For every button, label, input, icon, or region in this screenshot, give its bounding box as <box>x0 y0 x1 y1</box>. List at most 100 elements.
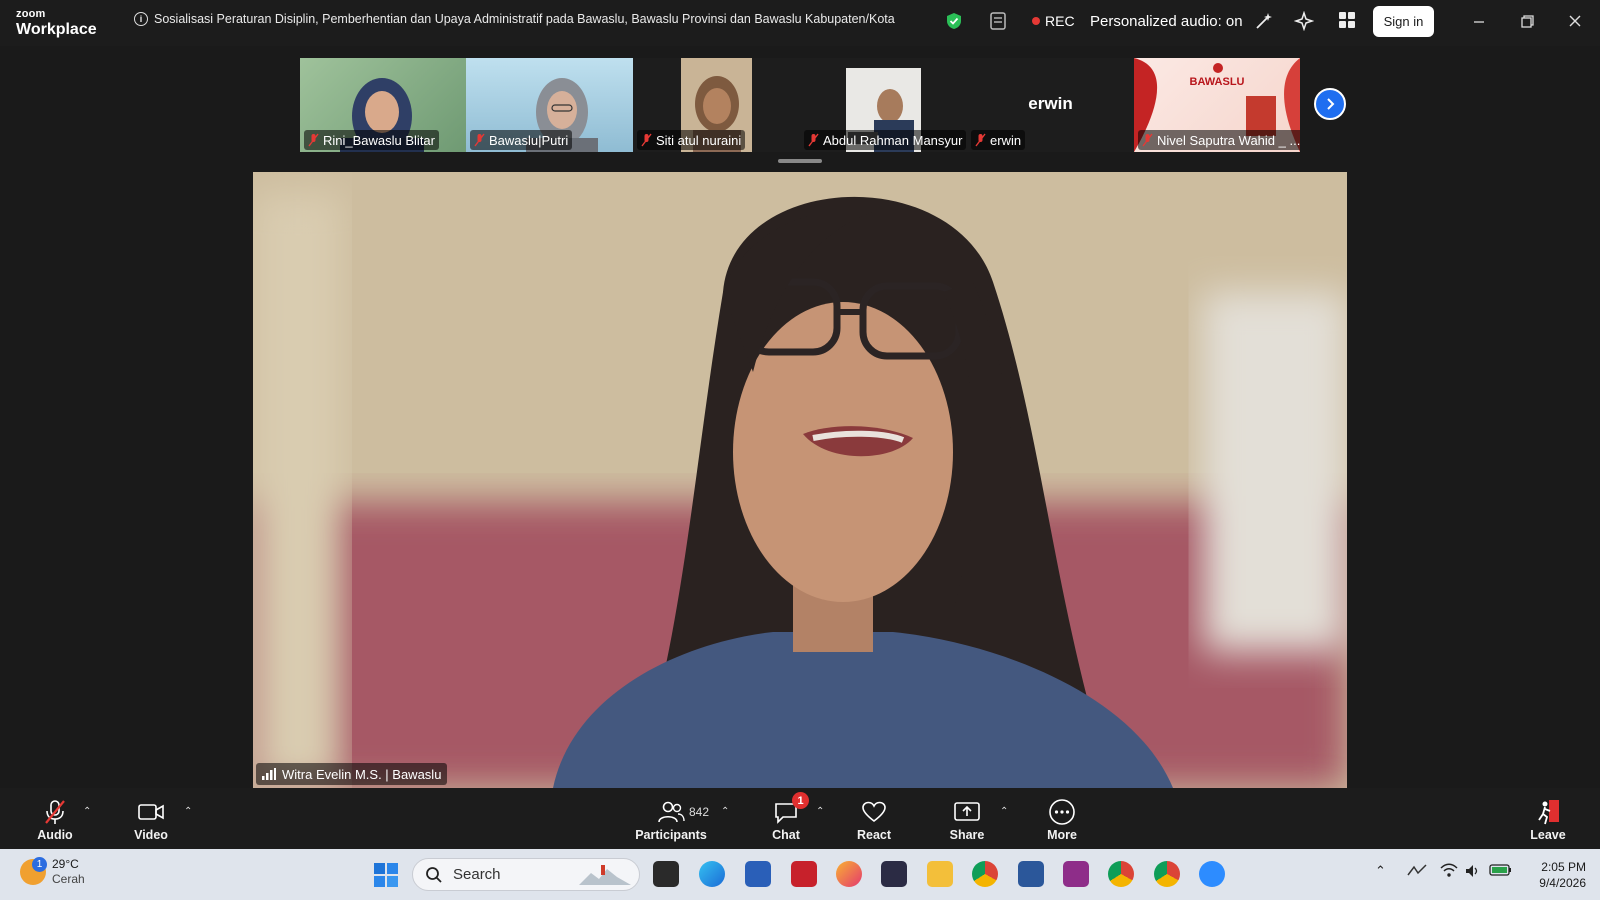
zoom-logo: zoom Workplace <box>16 9 97 38</box>
weather-sun-icon: 1 <box>20 857 47 885</box>
share-button[interactable]: Share <box>927 798 1007 842</box>
pdf-app-icon[interactable] <box>1063 861 1089 887</box>
restore-icon[interactable] <box>1516 10 1538 32</box>
share-label: Share <box>949 828 985 842</box>
participant-label: Abdul Rahman Mansyur <box>804 130 967 150</box>
os-taskbar: 1 29°C Cerah Search ⌃ 2:05 PM 9/4/2026 <box>0 849 1600 900</box>
leave-label: Leave <box>1530 828 1566 842</box>
participant-tile[interactable]: Siti atul nuraini <box>633 58 800 152</box>
participant-name: Rini_Bawaslu Blitar <box>323 132 435 148</box>
chat-button[interactable]: 1 Chat <box>746 792 826 842</box>
signal-strength-icon <box>262 768 276 780</box>
active-speaker-video[interactable]: Witra Evelin M.S. | Bawaslu <box>253 172 1347 788</box>
video-options-chevron-icon[interactable]: ⌃ <box>184 806 192 817</box>
sign-in-button[interactable]: Sign in <box>1373 6 1434 37</box>
react-label: React <box>856 828 892 842</box>
magic-wand-icon[interactable] <box>1254 11 1274 31</box>
apps-icon[interactable] <box>1338 11 1356 29</box>
participant-label: Bawaslu|Putri <box>470 130 573 150</box>
clock-time: 2:05 PM <box>1541 860 1586 874</box>
chrome-icon[interactable] <box>972 861 998 887</box>
weather-condition: Cerah <box>52 872 85 886</box>
store-icon[interactable] <box>745 861 771 887</box>
next-page-button[interactable] <box>1314 88 1346 120</box>
system-clock[interactable]: 2:05 PM 9/4/2026 <box>1526 859 1586 891</box>
muted-mic-icon <box>641 133 652 147</box>
clock-date: 9/4/2026 <box>1539 876 1586 890</box>
participant-count: 842 <box>689 805 710 819</box>
video-button[interactable]: Video <box>111 798 191 842</box>
language-bar-icon[interactable] <box>1406 863 1428 881</box>
weather-alert-badge: 1 <box>32 857 47 872</box>
react-button[interactable]: React <box>834 798 914 842</box>
participant-name: Nivel Saputra Wahid _ ... <box>1157 132 1300 148</box>
more-icon <box>1049 799 1075 825</box>
video-label: Video <box>134 828 168 842</box>
weather-widget[interactable]: 1 29°C Cerah <box>20 857 85 887</box>
participants-label: Participants <box>635 828 707 842</box>
search-highlight-image <box>579 865 631 885</box>
chat-label: Chat <box>772 828 800 842</box>
more-label: More <box>1047 828 1077 842</box>
record-dot-icon <box>1032 17 1040 25</box>
participant-label: Nivel Saputra Wahid _ ... <box>1138 130 1300 150</box>
participant-name: Bawaslu|Putri <box>489 132 569 148</box>
encryption-shield-icon[interactable] <box>946 12 962 30</box>
participant-tile[interactable]: Abdul Rahman Mansyur <box>800 58 967 152</box>
participant-name: Siti atul nuraini <box>656 132 742 148</box>
chrome-profile-icon[interactable] <box>1108 861 1134 887</box>
rec-label: REC <box>1045 13 1075 29</box>
participants-options-chevron-icon[interactable]: ⌃ <box>721 806 729 817</box>
close-icon[interactable] <box>1564 10 1586 32</box>
meeting-title: Sosialisasi Peraturan Disiplin, Pemberhe… <box>154 12 895 26</box>
zoom-window: zoom Workplace i Sosialisasi Peraturan D… <box>0 0 1600 900</box>
edge-browser-icon[interactable] <box>699 861 725 887</box>
info-icon[interactable]: i <box>134 12 148 26</box>
notes-icon[interactable] <box>988 11 1008 31</box>
muted-mic-icon <box>1142 133 1153 147</box>
more-button[interactable]: More <box>1022 798 1102 842</box>
search-placeholder: Search <box>453 866 501 883</box>
strip-resize-handle[interactable] <box>778 159 822 163</box>
app-icon[interactable] <box>881 861 907 887</box>
chevron-right-icon <box>1327 98 1335 110</box>
ai-companion-icon[interactable] <box>1294 11 1314 31</box>
speaker-video-frame <box>253 172 1347 788</box>
zoom-app-icon[interactable] <box>1199 861 1225 887</box>
participant-tile[interactable]: Bawaslu|Putri <box>466 58 633 152</box>
leave-door-icon <box>1538 800 1559 825</box>
wifi-icon[interactable] <box>1440 863 1458 879</box>
participant-label: Siti atul nuraini <box>637 130 746 150</box>
participant-name: erwin <box>990 132 1022 148</box>
task-view-icon[interactable] <box>653 861 679 887</box>
participant-tile[interactable]: Rini_Bawaslu Blitar <box>300 58 466 152</box>
participant-tile[interactable]: erwin erwin <box>967 58 1134 152</box>
leave-button[interactable]: Leave <box>1508 798 1588 842</box>
mcafee-icon[interactable] <box>791 861 817 887</box>
chat-options-chevron-icon[interactable]: ⌃ <box>816 806 824 817</box>
firefox-icon[interactable] <box>836 861 862 887</box>
show-hidden-icons-chevron-icon[interactable]: ⌃ <box>1375 863 1386 879</box>
participant-tile[interactable]: BAWASLU Nivel Saputra Wahid _ ... <box>1134 58 1300 152</box>
file-explorer-icon[interactable] <box>927 861 953 887</box>
muted-mic-icon <box>308 133 319 147</box>
volume-icon[interactable] <box>1464 863 1480 879</box>
word-icon[interactable] <box>1018 861 1044 887</box>
audio-options-chevron-icon[interactable]: ⌃ <box>83 806 91 817</box>
speaker-name: Witra Evelin M.S. | Bawaslu <box>282 766 442 782</box>
participant-name: Abdul Rahman Mansyur <box>823 132 963 148</box>
chrome-profile-icon[interactable] <box>1154 861 1180 887</box>
heart-icon <box>862 801 886 823</box>
search-icon <box>426 866 442 883</box>
muted-mic-icon <box>474 133 485 147</box>
personalized-audio-status[interactable]: Personalized audio: on <box>1090 13 1243 30</box>
taskbar-search[interactable]: Search <box>412 858 640 891</box>
share-options-chevron-icon[interactable]: ⌃ <box>1000 806 1008 817</box>
audio-button[interactable]: Audio <box>15 798 95 842</box>
recording-indicator[interactable]: REC <box>1032 13 1075 29</box>
minimize-icon[interactable] <box>1468 10 1490 32</box>
meeting-info[interactable]: i Sosialisasi Peraturan Disiplin, Pember… <box>134 12 895 26</box>
battery-charging-icon[interactable] <box>1489 863 1513 877</box>
windows-start-icon[interactable] <box>373 862 399 888</box>
participants-icon <box>658 801 685 823</box>
